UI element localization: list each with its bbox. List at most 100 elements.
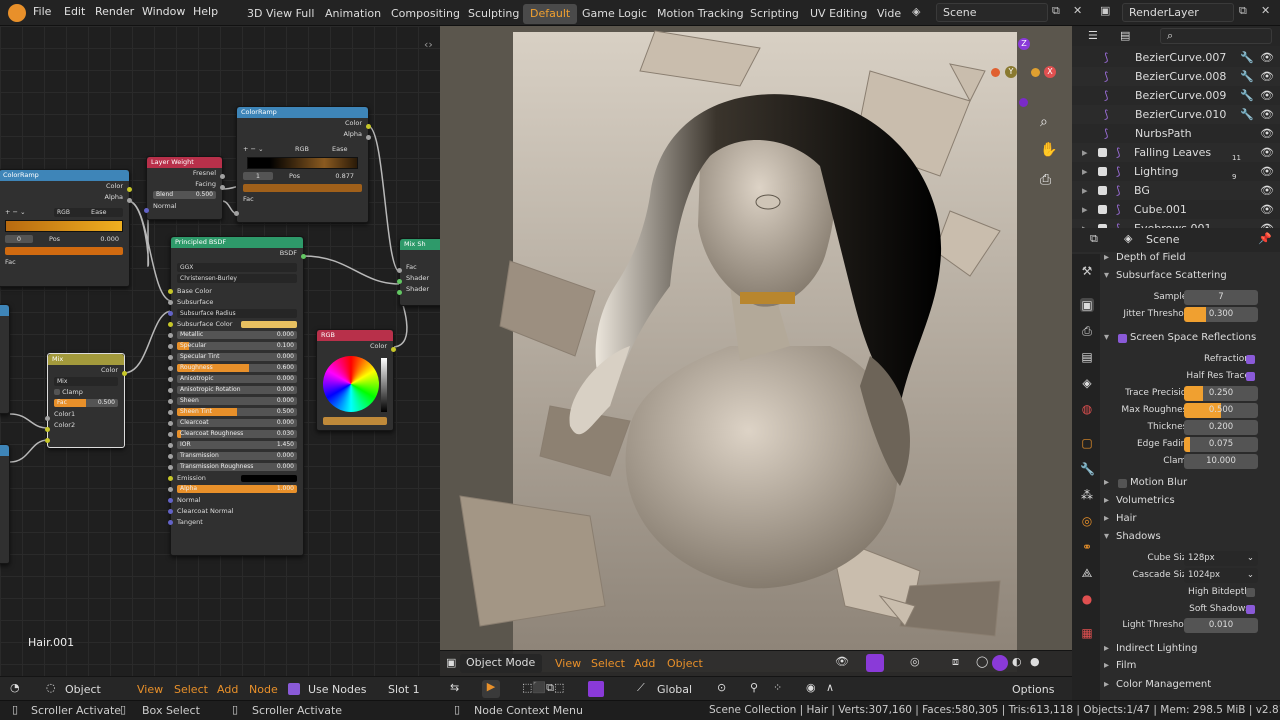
socket[interactable] [168,300,173,305]
tab-default[interactable]: Default [523,4,578,24]
wrench-icon[interactable]: 🔧 [1240,105,1254,124]
tab-scripting[interactable]: Scripting [743,4,806,24]
outliner-item-beziercurve-008[interactable]: ⟆ BezierCurve.008 🔧 👁 [1072,67,1280,86]
section-checkbox[interactable] [1118,479,1127,488]
eye-icon[interactable]: 👁 [1260,86,1274,105]
input-sheen[interactable]: Sheen 0.000 [168,396,303,407]
transform-icon[interactable]: ⇆ [450,681,459,694]
prop-checkbox[interactable] [1246,588,1255,597]
socket-fac[interactable] [234,211,239,216]
menu-help[interactable]: Help [193,5,218,18]
new-scene-icon[interactable]: ⧉ [1052,4,1060,18]
input-metallic[interactable]: Metallic 0.000 [168,330,303,341]
value-slider[interactable] [381,358,387,412]
delete-scene-icon[interactable]: ✕ [1073,4,1082,17]
snap-icon[interactable]: ⚲ [750,681,758,694]
prop-value[interactable]: 0.500 [1184,403,1258,418]
principled-bsdf-node[interactable]: Principled BSDF BSDF GGX Christensen-Bur… [168,236,306,556]
eye-icon[interactable]: 👁 [1260,181,1274,200]
node-menu-select[interactable]: Select [174,683,208,696]
input-value[interactable]: 0.000 [277,452,294,460]
input-tangent[interactable]: Tangent [168,517,303,528]
add-stop-icon[interactable]: + [243,145,248,153]
shading-material-icon[interactable]: ◐ [1012,655,1022,668]
shading-rendered-icon[interactable]: ● [1030,655,1040,668]
input-transmission[interactable]: Transmission 0.000 [168,451,303,462]
stop-index[interactable]: 0 [5,235,33,243]
shading-solid-icon[interactable] [992,655,1008,671]
tab-game-logic[interactable]: Game Logic [575,4,654,24]
color-wheel[interactable] [323,356,379,412]
slot-selector[interactable]: Slot 1 [388,683,420,696]
distribution-select[interactable]: GGX [177,263,297,272]
outliner-type-icon[interactable]: ☰ [1088,29,1098,42]
eye-icon[interactable]: 👁 [1260,124,1274,143]
input-value[interactable]: 0.030 [277,430,294,438]
mode-selector[interactable]: Object Mode [460,654,542,673]
prop-value[interactable]: 0.010 [1184,618,1258,633]
box-select-active-icon[interactable] [588,681,604,697]
input-subsurface[interactable]: Subsurface [168,297,303,308]
prop-select[interactable]: 1024px ⌄ [1184,568,1258,583]
menu-file[interactable]: File [33,5,51,18]
nav-gizmo-z[interactable]: Z [1018,38,1030,50]
tool-tab-icon[interactable]: ⚒ [1080,264,1094,278]
input-value[interactable]: 1.000 [277,485,294,493]
prop-checkbox[interactable] [1246,372,1255,381]
input-anisotropic-rotation[interactable]: Anisotropic Rotation 0.000 [168,385,303,396]
stop-index[interactable]: 1 [243,172,273,180]
sss-method-select[interactable]: Christensen-Burley [177,274,297,283]
socket[interactable] [168,322,173,327]
socket-color1[interactable] [45,427,50,432]
shading-wireframe-icon[interactable]: ◯ [976,655,988,668]
constraint-tab-icon[interactable]: ⚭ [1080,540,1094,554]
socket[interactable] [168,366,173,371]
socket-normal[interactable] [144,208,149,213]
include-checkbox[interactable] [1098,205,1107,214]
texture-tab-icon[interactable]: ▦ [1080,626,1094,640]
section-checkbox[interactable] [1118,334,1127,343]
input-specular-tint[interactable]: Specular Tint 0.000 [168,352,303,363]
data-tab-icon[interactable]: ⟁ [1080,566,1094,580]
outliner-item-beziercurve-009[interactable]: ⟆ BezierCurve.009 🔧 👁 [1072,86,1280,105]
prop-value[interactable]: 10.000 [1184,454,1258,469]
blender-logo-icon[interactable] [8,4,26,22]
prop-value[interactable]: 0.250 [1184,386,1258,401]
modifier-tab-icon[interactable]: 🔧 [1080,462,1095,476]
outliner-item-beziercurve-010[interactable]: ⟆ BezierCurve.010 🔧 👁 [1072,105,1280,124]
input-clearcoat[interactable]: Clearcoat 0.000 [168,418,303,429]
options-menu[interactable]: Options [1012,683,1054,696]
shader-type-selector[interactable]: Object [65,683,101,696]
input-value[interactable]: 0.000 [277,419,294,427]
ramp-menu-icon[interactable]: ⌄ [20,208,25,216]
properties-type-icon[interactable]: ⧉ [1090,232,1098,246]
use-nodes-checkbox[interactable] [288,683,300,695]
display-mode-icon[interactable]: ▤ [1120,29,1130,42]
scene-tab-icon[interactable]: ◈ [1080,376,1094,390]
input-alpha[interactable]: Alpha 1.000 [168,484,303,495]
render-layer-icon[interactable]: ▣ [1100,4,1110,17]
input-ior[interactable]: IOR 1.450 [168,440,303,451]
socket[interactable] [168,421,173,426]
new-layer-icon[interactable]: ⧉ [1239,4,1247,18]
color-ramp-gradient[interactable] [247,157,358,169]
scene-selector[interactable]: Scene [936,3,1048,22]
socket-shader-2[interactable] [397,290,402,295]
eye-icon[interactable]: 👁 [1260,162,1274,181]
tab-motion-tracking[interactable]: Motion Tracking [650,4,751,24]
ramp-mode[interactable]: RGB [295,144,309,155]
prop-checkbox[interactable] [1246,605,1255,614]
expand-icon[interactable]: ▸ [1082,181,1088,200]
socket[interactable] [168,509,173,514]
world-tab-icon[interactable]: ◍ [1080,402,1094,416]
menu-select[interactable]: Select [591,657,625,670]
collapse-sidebar-icon[interactable]: ‹› [424,38,433,51]
input-sheen-tint[interactable]: Sheen Tint 0.500 [168,407,303,418]
node-editor-type-icon[interactable]: ◔ [10,681,20,694]
eye-icon[interactable]: 👁 [1260,219,1274,228]
socket[interactable] [168,311,173,316]
socket[interactable] [168,399,173,404]
input-roughness[interactable]: Roughness 0.600 [168,363,303,374]
color-swatch[interactable] [241,321,297,328]
remove-stop-icon[interactable]: − [251,145,256,153]
